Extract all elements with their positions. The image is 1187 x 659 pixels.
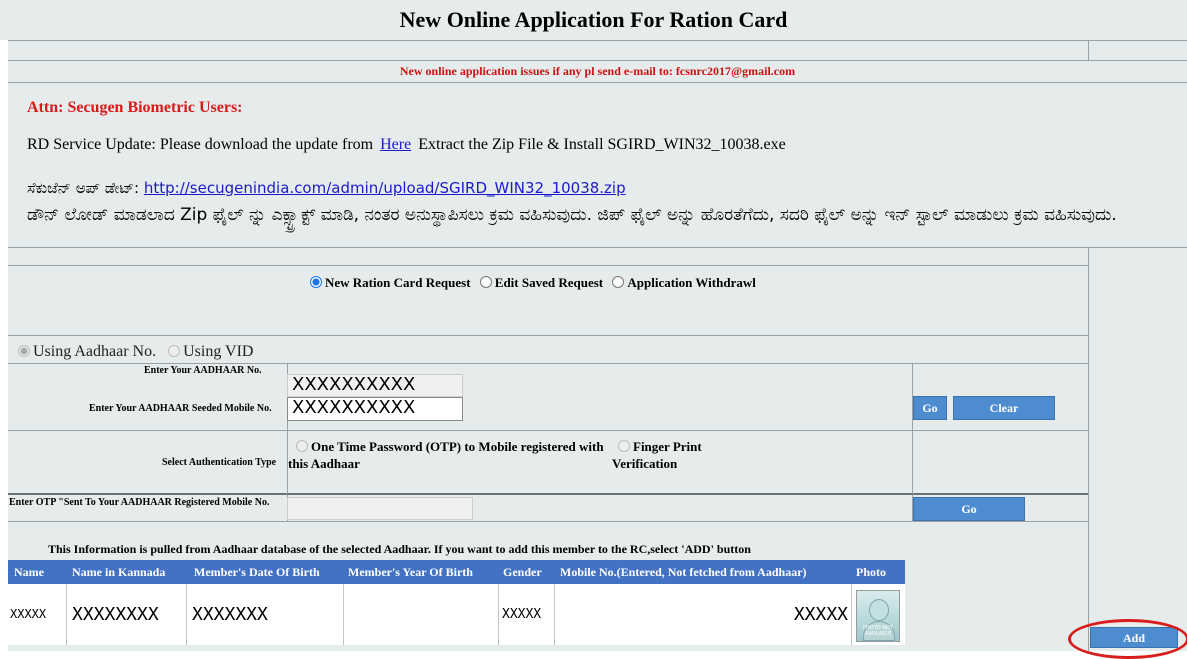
otp-input[interactable] bbox=[287, 497, 473, 520]
page-title: New Online Application For Ration Card bbox=[399, 7, 788, 32]
vid-radio[interactable] bbox=[168, 345, 181, 357]
cell-dob: XXXXXXX bbox=[187, 584, 344, 645]
withdraw-label: Application Withdrawl bbox=[627, 275, 756, 290]
kannada-instructions: ಡೌನ್ ಲೋಡ್ ಮಾಡಲಾದ Zip ಫೈಲ್ ನ್ನು ಎಕ್ಸ್ಟ್ರಾ… bbox=[27, 205, 1117, 225]
divider bbox=[8, 430, 1088, 431]
photo-placeholder-image: PHOTO NOT AVAILABLE bbox=[856, 590, 900, 642]
col-dob: Member's Date Of Birth bbox=[194, 565, 320, 579]
edit-request-radio[interactable] bbox=[479, 276, 492, 288]
divider bbox=[8, 247, 1187, 248]
new-request-label: New Ration Card Request bbox=[325, 275, 471, 290]
aadhaar-radio-label: Using Aadhaar No. bbox=[33, 343, 157, 360]
photo-head-shape bbox=[869, 599, 889, 621]
photo-placeholder-text: PHOTO NOT AVAILABLE bbox=[862, 625, 894, 637]
kannada-update-line: ಸೆಕುಜೆನ್ ಅಪ್ ಡೇಟ್: http://secugenindia.c… bbox=[27, 179, 626, 197]
mobile-input[interactable]: XXXXXXXXXX bbox=[287, 397, 463, 421]
kannada-update-label: ಸೆಕುಜೆನ್ ಅಪ್ ಡೇಟ್: bbox=[27, 179, 140, 197]
secugen-zip-link[interactable]: http://secugenindia.com/admin/upload/SGI… bbox=[144, 179, 626, 197]
member-table-header: Name Name in Kannada Member's Date Of Bi… bbox=[8, 560, 905, 584]
mobile-label: Enter Your AADHAAR Seeded Mobile No. bbox=[89, 403, 272, 414]
support-notice: New online application issues if any pl … bbox=[399, 64, 796, 78]
otp-label: Enter OTP "Sent To Your AADHAAR Register… bbox=[9, 497, 270, 508]
col-mobile: Mobile No.(Entered, Not fetched from Aad… bbox=[560, 565, 807, 579]
aadhaar-input[interactable]: XXXXXXXXXX bbox=[287, 374, 463, 397]
divider bbox=[8, 265, 1088, 266]
divider bbox=[8, 521, 1088, 522]
divider bbox=[8, 363, 1088, 364]
download-link[interactable]: Here bbox=[380, 136, 411, 153]
rd-prefix: RD Service Update: Please download the u… bbox=[27, 136, 374, 153]
cell-name: XXXXX bbox=[8, 584, 67, 645]
divider bbox=[8, 493, 1088, 495]
otp-radio[interactable] bbox=[296, 440, 308, 452]
aadhaar-label: Enter Your AADHAAR No. bbox=[144, 365, 262, 376]
col-gender: Gender bbox=[503, 565, 542, 579]
otp-option: One Time Password (OTP) to Mobile regist… bbox=[288, 438, 608, 472]
otp-option-label: One Time Password (OTP) to Mobile regist… bbox=[288, 439, 604, 471]
new-request-radio[interactable] bbox=[310, 276, 322, 288]
fingerprint-option: Finger Print Verification bbox=[612, 438, 742, 472]
divider bbox=[912, 364, 913, 494]
rd-suffix: Extract the Zip File & Install SGIRD_WIN… bbox=[418, 136, 786, 153]
edit-request-label: Edit Saved Request bbox=[494, 275, 604, 290]
id-type-group: Using Aadhaar No. Using VID bbox=[18, 343, 253, 361]
cell-yob bbox=[344, 584, 499, 645]
rd-service-update: RD Service Update: Please download the u… bbox=[27, 136, 786, 154]
aadhaar-radio[interactable] bbox=[18, 345, 30, 357]
divider bbox=[8, 40, 1187, 41]
col-name: Name bbox=[14, 565, 44, 579]
cell-mobile: XXXXX bbox=[555, 584, 852, 645]
withdraw-radio[interactable] bbox=[612, 276, 625, 288]
divider bbox=[1088, 248, 1089, 651]
divider bbox=[8, 82, 1187, 83]
table-info-text: This Information is pulled from Aadhaar … bbox=[48, 542, 751, 556]
col-name-kannada: Name in Kannada bbox=[72, 565, 166, 579]
highlight-circle bbox=[1068, 619, 1187, 659]
go-button[interactable]: Go bbox=[913, 396, 947, 420]
divider bbox=[1088, 40, 1089, 61]
attention-heading: Attn: Secugen Biometric Users: bbox=[27, 99, 243, 116]
clear-button[interactable]: Clear bbox=[953, 396, 1055, 420]
cell-name-kannada: XXXXXXXX bbox=[67, 584, 187, 645]
vid-radio-label: Using VID bbox=[183, 343, 254, 360]
fingerprint-radio[interactable] bbox=[618, 440, 630, 452]
col-yob: Member's Year Of Birth bbox=[348, 565, 473, 579]
auth-type-label: Select Authentication Type bbox=[162, 457, 277, 468]
otp-go-button[interactable]: Go bbox=[913, 497, 1025, 521]
col-photo: Photo bbox=[856, 565, 886, 579]
divider bbox=[8, 335, 1088, 336]
request-type-group: New Ration Card Request Edit Saved Reque… bbox=[310, 275, 762, 291]
cell-gender: XXXXX bbox=[499, 584, 555, 645]
